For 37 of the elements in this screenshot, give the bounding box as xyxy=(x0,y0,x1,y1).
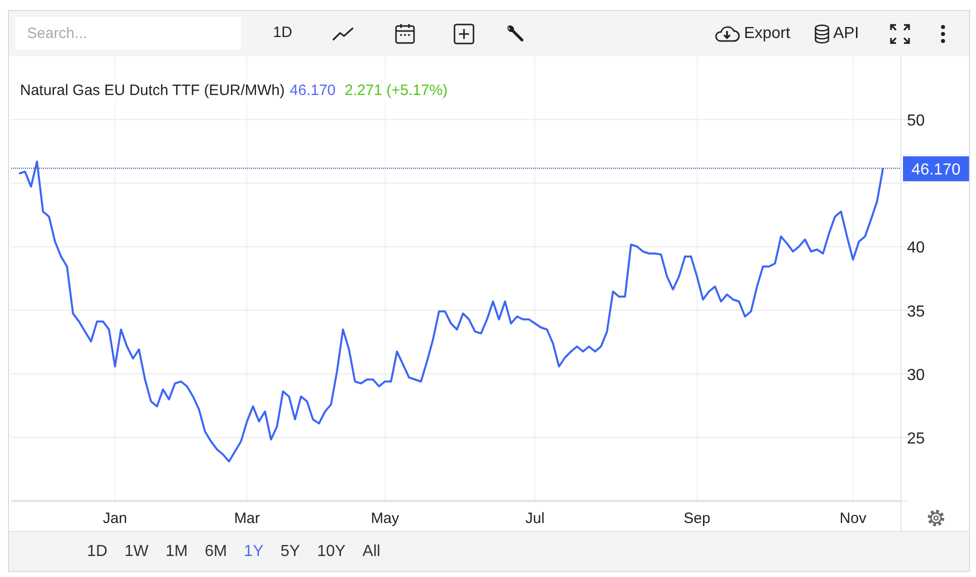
range-button[interactable]: 10Y xyxy=(309,536,354,568)
wrench-icon[interactable] xyxy=(505,24,526,44)
last-price-label: 46.170 xyxy=(903,156,969,182)
range-button[interactable]: 1D xyxy=(79,536,116,568)
y-axis-label: 30 xyxy=(907,366,925,384)
x-axis-label: Mar xyxy=(234,510,260,527)
line-chart-icon[interactable] xyxy=(332,26,354,40)
search-field[interactable]: Search... xyxy=(15,17,241,50)
x-axis-label: May xyxy=(370,510,400,527)
range-button[interactable]: All xyxy=(354,536,388,568)
range-button[interactable]: 1Y xyxy=(236,536,272,568)
interval-button[interactable]: 1D xyxy=(271,22,294,45)
ref-line-label: 46.170 xyxy=(912,161,961,178)
range-button[interactable]: 1M xyxy=(157,536,196,568)
more-icon[interactable] xyxy=(941,24,945,42)
settings-icon[interactable] xyxy=(928,510,944,526)
price-value: 46.170 xyxy=(290,81,336,101)
y-axis-label: 50 xyxy=(907,112,925,130)
price-change: 2.271 (+5.17%) xyxy=(344,81,448,101)
y-axis-label: 25 xyxy=(907,430,925,448)
range-button[interactable]: 6M xyxy=(196,536,235,568)
chart-title: Natural Gas EU Dutch TTF (EUR/MWh) xyxy=(20,81,285,101)
x-axis-label: Jul xyxy=(525,510,545,527)
x-axis-label: Jan xyxy=(102,510,128,527)
api-button[interactable]: API xyxy=(814,22,859,46)
y-axis-label: 35 xyxy=(907,303,925,320)
export-button[interactable]: Export xyxy=(714,22,790,46)
range-button[interactable]: 1W xyxy=(116,536,156,568)
range-button[interactable]: 5Y xyxy=(272,536,308,568)
x-axis-label: Sep xyxy=(684,510,710,527)
calendar-icon[interactable] xyxy=(394,22,416,44)
cloud-download-icon xyxy=(714,24,740,42)
database-icon xyxy=(814,24,830,44)
y-axis-label: 40 xyxy=(907,240,925,257)
fullscreen-icon[interactable] xyxy=(889,22,911,44)
x-axis-label: Nov xyxy=(840,510,866,527)
add-icon[interactable] xyxy=(453,22,476,44)
